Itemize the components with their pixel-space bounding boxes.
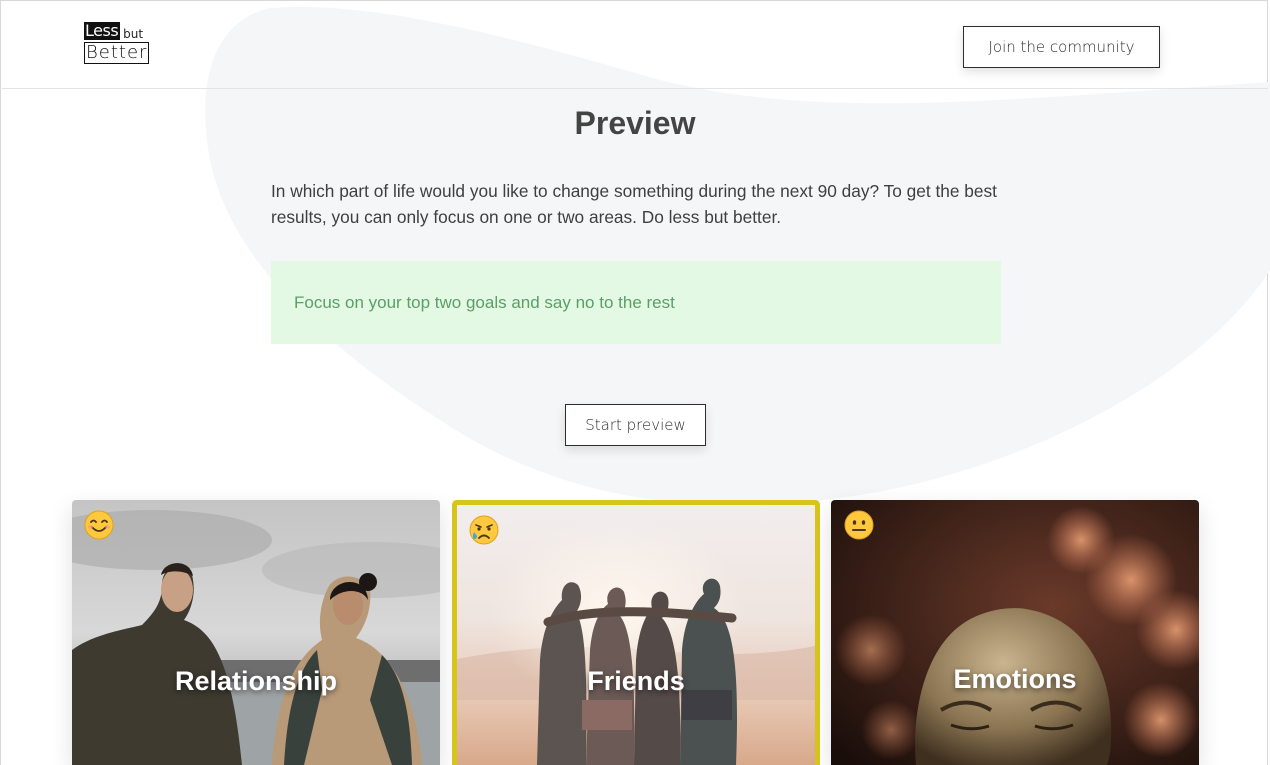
smiling-face-icon	[84, 510, 114, 540]
tip-banner: Focus on your top two goals and say no t…	[271, 261, 1001, 344]
relationship-photo	[72, 500, 440, 765]
card-emotions[interactable]: Emotions	[831, 500, 1199, 765]
less-but-better-logo[interactable]: Less but Better	[84, 20, 150, 68]
tip-text: Focus on your top two goals and say no t…	[294, 292, 675, 312]
friends-photo	[452, 500, 820, 765]
sad-face-icon	[469, 515, 499, 545]
neutral-face-icon	[844, 510, 874, 540]
emotions-photo	[831, 500, 1199, 765]
logo-word-less: Less	[84, 21, 121, 40]
card-title-relationship: Relationship	[174, 666, 337, 696]
intro-text: In which part of life would you like to …	[271, 181, 997, 227]
card-friends[interactable]: Friends	[452, 500, 820, 765]
page-title: Preview	[574, 105, 696, 141]
logo-word-but: but	[123, 27, 144, 41]
card-title-emotions: Emotions	[953, 664, 1077, 694]
card-relationship[interactable]: Relationship	[72, 500, 440, 765]
card-title-friends: Friends	[587, 666, 685, 696]
logo-top-row: Less but	[84, 20, 143, 40]
join-community-button[interactable]: Join the community	[963, 26, 1160, 68]
start-preview-button[interactable]: Start preview	[565, 404, 706, 446]
logo-word-better: Better	[84, 42, 150, 64]
